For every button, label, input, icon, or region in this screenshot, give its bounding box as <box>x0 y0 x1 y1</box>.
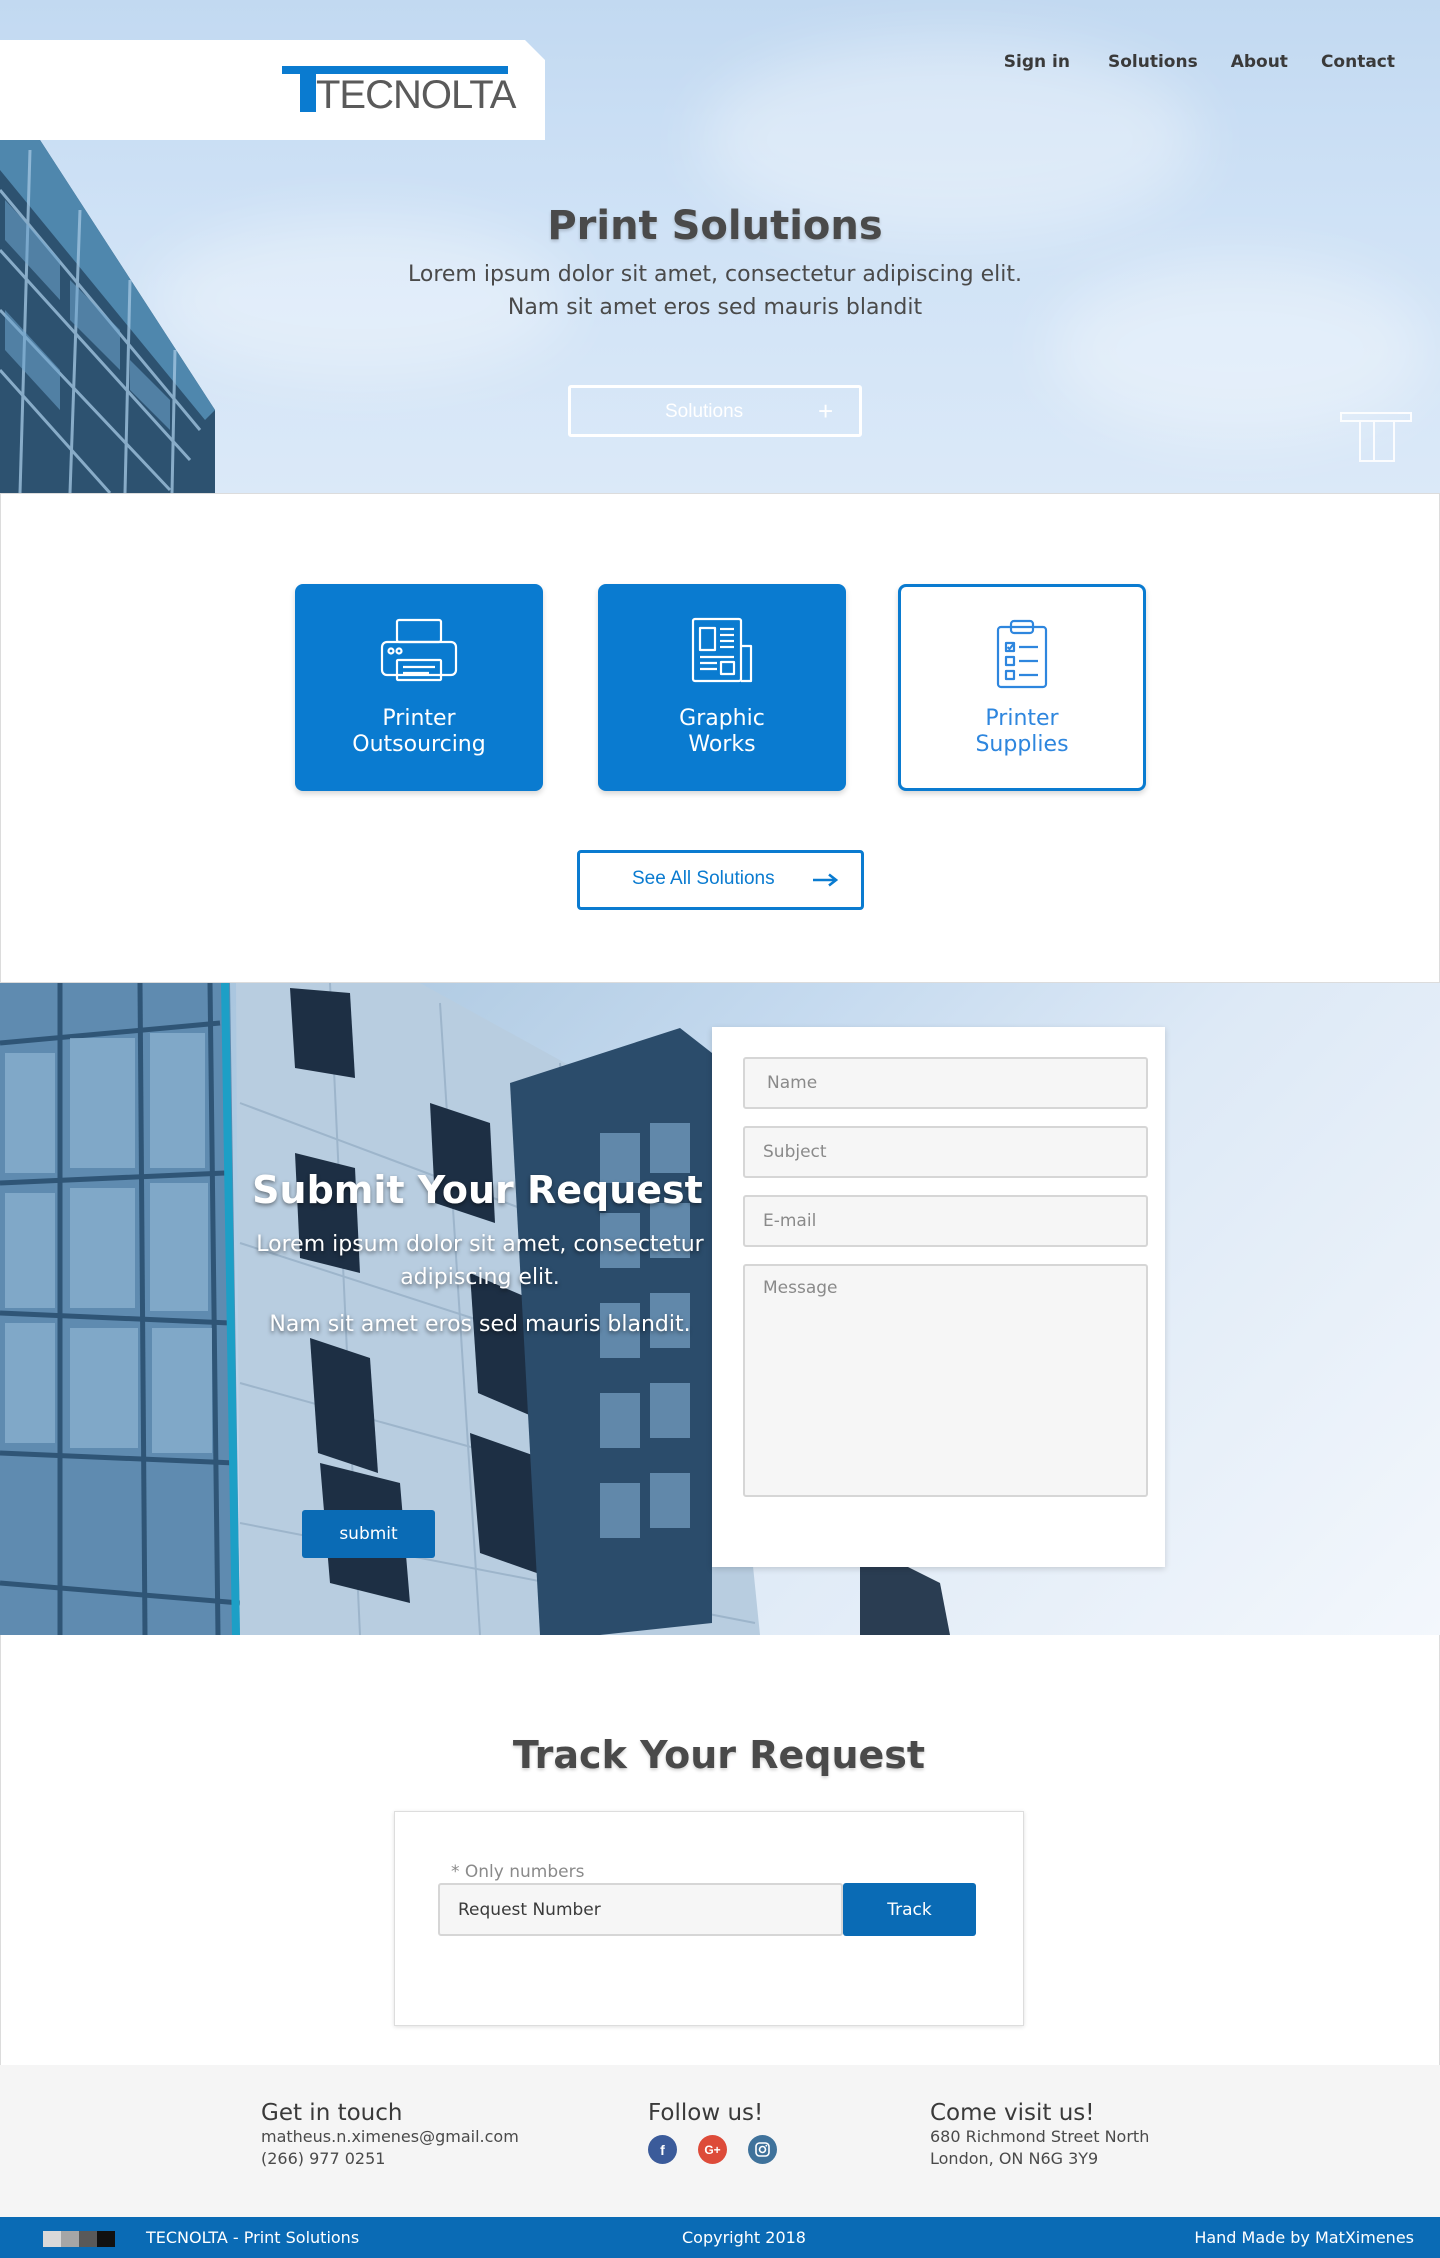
footer-visit: Come visit us! 680 Richmond Street North… <box>930 2100 1149 2170</box>
newspaper-icon <box>691 617 753 683</box>
subject-field[interactable] <box>743 1126 1148 1178</box>
bottom-bar: TECNOLTA - Print Solutions Copyright 201… <box>0 2217 1440 2258</box>
card-printer-supplies[interactable]: Printer Supplies <box>898 584 1146 791</box>
footer-address: 680 Richmond Street North <box>930 2127 1150 2146</box>
footer-email[interactable]: matheus.n.ximenes@gmail.com <box>261 2126 519 2148</box>
printer-icon <box>380 618 458 682</box>
submit-request-title: Submit Your Request <box>252 1168 703 1212</box>
submit-request-text: Nam sit amet eros sed mauris blandit. <box>269 1312 691 1337</box>
credit: Hand Made by MatXimenes <box>1194 2228 1414 2247</box>
track-button[interactable]: Track <box>843 1883 976 1936</box>
nav-contact[interactable]: Contact <box>1321 52 1395 72</box>
card-graphic-works[interactable]: Graphic Works <box>598 584 846 791</box>
color-swatches <box>43 2231 115 2247</box>
name-field[interactable] <box>743 1057 1148 1109</box>
clipboard-checklist-icon <box>996 619 1048 689</box>
footer-contact: Get in touch matheus.n.ximenes@gmail.com… <box>261 2100 519 2170</box>
see-all-solutions-button[interactable]: See All Solutions <box>577 850 864 910</box>
message-field[interactable] <box>743 1264 1148 1497</box>
footer-follow: Follow us! f G+ <box>648 2100 777 2164</box>
nav-solutions[interactable]: Solutions <box>1108 52 1198 72</box>
submit-request-text: Lorem ipsum dolor sit amet, consectetur … <box>256 1232 704 1290</box>
swatch <box>97 2231 115 2247</box>
swatch <box>43 2231 61 2247</box>
hero-title: Print Solutions <box>547 203 883 249</box>
site-name: TECNOLTA - Print Solutions <box>146 2228 360 2247</box>
swatch <box>79 2231 97 2247</box>
logo-stem <box>300 66 316 112</box>
swatch <box>61 2231 79 2247</box>
card-title: Graphic Works <box>679 706 765 757</box>
see-all-label: See All Solutions <box>632 868 775 889</box>
card-title: Printer Outsourcing <box>352 706 486 757</box>
email-field[interactable] <box>743 1195 1148 1247</box>
solutions-button[interactable]: Solutions + <box>568 385 862 437</box>
submit-request-section: Submit Your Request Lorem ipsum dolor si… <box>0 983 1440 1635</box>
social-links: f G+ <box>648 2135 777 2164</box>
track-request-section: Track Your Request * Only numbers Track <box>0 1635 1440 2065</box>
hero-subtitle: Lorem ipsum dolor sit amet, consectetur … <box>408 262 1022 287</box>
solutions-button-label: Solutions <box>665 401 744 422</box>
logo-mark-icon <box>1340 412 1412 462</box>
footer-phone: (266) 977 0251 <box>261 2149 386 2168</box>
hero-subtitle: Nam sit amet eros sed mauris blandit <box>507 295 923 320</box>
footer-heading: Follow us! <box>648 2100 764 2126</box>
footer-address: London, ON N6G 3Y9 <box>930 2149 1099 2168</box>
arrow-right-icon <box>813 873 838 887</box>
footer-heading: Get in touch <box>261 2100 403 2126</box>
solutions-section: Printer Outsourcing Graphic Works Printe… <box>0 493 1440 983</box>
track-request-card: * Only numbers Track <box>394 1811 1024 2026</box>
instagram-glyph <box>755 2142 770 2157</box>
footer-heading: Come visit us! <box>930 2100 1095 2126</box>
submit-button[interactable]: submit <box>302 1510 435 1558</box>
google-plus-icon[interactable]: G+ <box>698 2135 727 2164</box>
only-numbers-hint: * Only numbers <box>451 1862 585 1882</box>
copyright: Copyright 2018 <box>682 2228 806 2247</box>
request-form <box>712 1027 1165 1567</box>
nav-about[interactable]: About <box>1231 52 1288 72</box>
track-request-title: Track Your Request <box>512 1733 926 1777</box>
request-number-input[interactable] <box>438 1883 843 1936</box>
main-nav: Sign in Solutions About Contact <box>1004 52 1395 72</box>
nav-sign-in[interactable]: Sign in <box>1004 52 1070 72</box>
tecnolta-logo[interactable]: TECNOLTA <box>282 66 516 116</box>
card-title: Printer Supplies <box>975 706 1069 757</box>
plus-icon: + <box>818 396 834 426</box>
footer: Get in touch matheus.n.ximenes@gmail.com… <box>0 2065 1440 2217</box>
facebook-icon[interactable]: f <box>648 2135 677 2164</box>
instagram-icon[interactable] <box>748 2135 777 2164</box>
logo-wordmark: TECNOLTA <box>316 73 516 117</box>
hero-section: TECNOLTA Sign in Solutions About Contact… <box>0 0 1440 493</box>
card-printer-outsourcing[interactable]: Printer Outsourcing <box>295 584 543 791</box>
